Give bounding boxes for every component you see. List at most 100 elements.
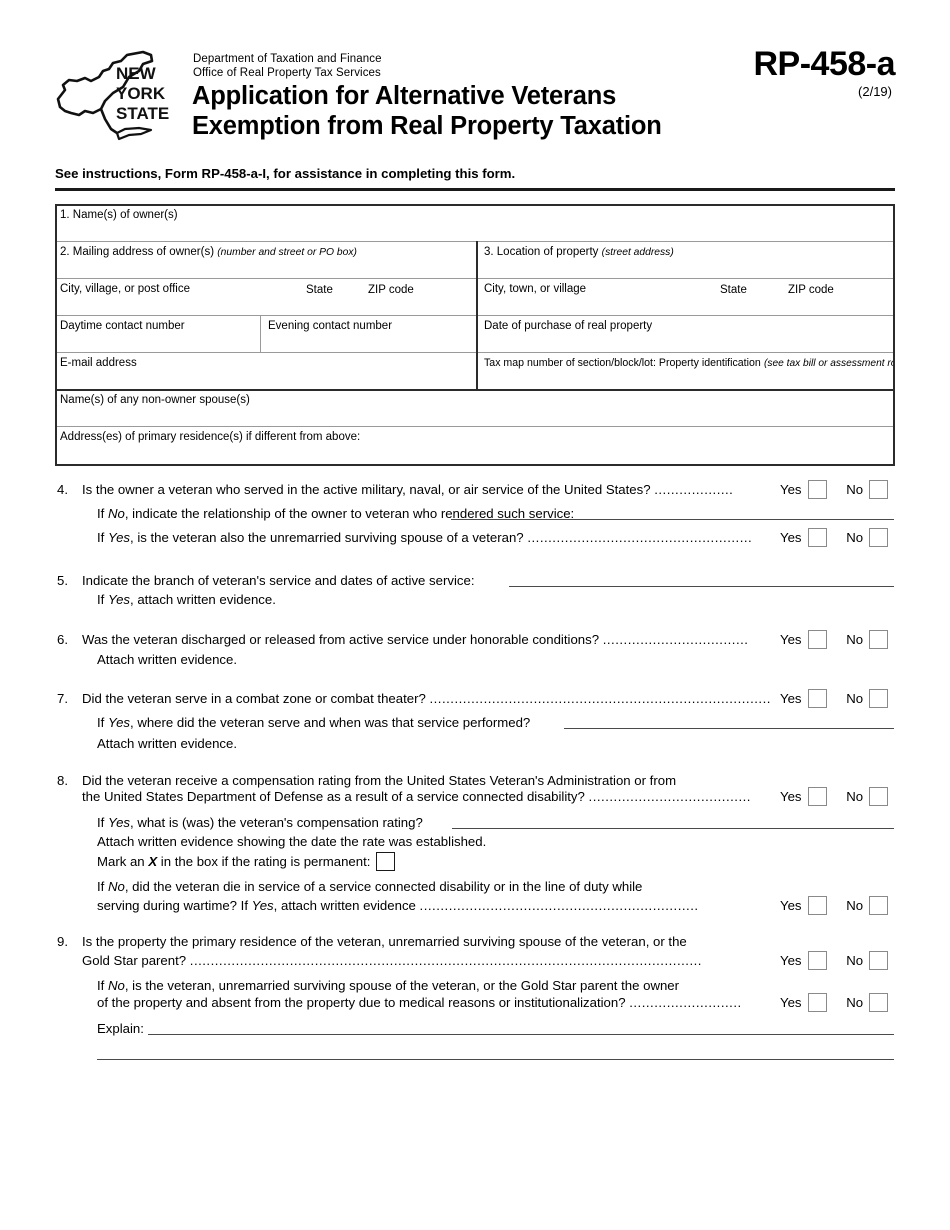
question-8-yes-label: Yes [780, 789, 802, 804]
question-4-sub1-text: If No, indicate the relationship of the … [97, 504, 574, 524]
question-6-sub1-text: Attach written evidence. [97, 652, 238, 667]
question-8-sub1-prefix: If [97, 815, 108, 830]
table-contact-divider [260, 315, 261, 352]
question-8-sub4-suffix: , did the veteran die in service of a se… [124, 879, 643, 894]
question-9-sub2-no-checkbox[interactable] [869, 993, 889, 1012]
field-primary-residence-address[interactable]: Address(es) of primary residence(s) if d… [55, 427, 893, 464]
question-8-sub1-text: If Yes, what is (was) the veteran's comp… [97, 813, 423, 833]
question-4-sub2-no-checkbox[interactable] [869, 528, 889, 547]
question-4-sub2-suffix: , is the veteran also the unremarried su… [130, 530, 524, 545]
header-divider-rule [55, 188, 895, 191]
question-6-no-checkbox[interactable] [869, 630, 889, 649]
question-9-explain-input-line-1[interactable] [148, 1034, 894, 1035]
question-4-number: 4. [57, 482, 68, 497]
question-7-yes-checkbox[interactable] [807, 689, 827, 708]
field-mailing-zip-label: ZIP code [368, 284, 414, 296]
field-property-location[interactable]: 3. Location of property (street address) [479, 242, 893, 278]
question-9-sub2-leader-dots: ........................... [629, 995, 742, 1010]
question-7-sub1-suffix: , where did the veteran serve and when w… [130, 715, 531, 730]
question-9-sub2-text: of the property and absent from the prop… [97, 993, 742, 1013]
question-8-sub5-no-checkbox[interactable] [869, 896, 889, 915]
question-7-yesno: Yes No [780, 689, 889, 709]
question-4-no-checkbox[interactable] [869, 480, 889, 499]
field-evening-phone-label: Evening contact number [268, 320, 393, 332]
question-8-sub5-prefix: serving during wartime? If [97, 898, 252, 913]
field-mailing-address[interactable]: 2. Mailing address of owner(s) (number a… [55, 242, 475, 278]
question-7-yes-label: Yes [780, 691, 802, 706]
field-non-owner-spouse[interactable]: Name(s) of any non-owner spouse(s) [55, 390, 893, 426]
question-8-rating-input-line[interactable] [452, 828, 894, 829]
question-9-leader-dots: ........................................… [189, 953, 702, 968]
question-9-sub2-no-label: No [846, 995, 864, 1010]
question-8-no-checkbox[interactable] [869, 787, 889, 806]
question-8-sub3-prefix: Mark an [97, 854, 149, 869]
field-tax-map-number-hint: (see tax bill or assessment roll) [763, 358, 893, 369]
question-5-sub1-text: If Yes, attach written evidence. [97, 590, 276, 610]
question-5-sub1-emphasis: Yes [108, 592, 130, 607]
question-9-explain-input-line-2[interactable] [97, 1059, 894, 1060]
field-evening-phone[interactable]: Evening contact number [263, 316, 475, 352]
field-property-city-label: City, town, or village [484, 283, 587, 295]
field-mailing-address-label: 2. Mailing address of owner(s) [60, 246, 215, 258]
question-7-number: 7. [57, 691, 68, 706]
question-5-sub1-prefix: If [97, 592, 108, 607]
question-9-line1: Is the property the primary residence of… [82, 934, 687, 949]
question-9-sub1-prefix: If [97, 978, 108, 993]
question-4-sub2-no-label: No [846, 530, 864, 545]
question-4-yes-checkbox[interactable] [807, 480, 827, 499]
question-7-text: Did the veteran serve in a combat zone o… [82, 689, 771, 709]
question-4-yesno: Yes No [780, 480, 889, 500]
question-8-sub4-text: If No, did the veteran die in service of… [97, 877, 642, 897]
question-6-yes-checkbox[interactable] [807, 630, 827, 649]
question-7-sub1-text: If Yes, where did the veteran serve and … [97, 713, 530, 733]
question-5-sub1-suffix: , attach written evidence. [130, 592, 276, 607]
question-7-no-checkbox[interactable] [869, 689, 889, 708]
question-8-leader-dots: ....................................... [588, 789, 751, 804]
question-4-prompt: Is the owner a veteran who served in the… [82, 482, 651, 497]
question-9-line2-prompt: Gold Star parent? [82, 953, 187, 968]
question-6-prompt: Was the veteran discharged or released f… [82, 632, 600, 647]
field-owner-names[interactable]: 1. Name(s) of owner(s) [55, 205, 893, 241]
logo-line-state: STATE [116, 104, 169, 123]
question-4-relationship-input-line[interactable] [451, 519, 894, 520]
question-4-sub1-emphasis: No [108, 506, 125, 521]
table-center-divider [476, 241, 478, 390]
table-border-right [893, 204, 895, 465]
question-7-combat-input-line[interactable] [564, 728, 894, 729]
question-8-sub5-yes-checkbox[interactable] [807, 896, 827, 915]
question-9-yesno: Yes No [780, 951, 889, 971]
question-7-prompt: Did the veteran serve in a combat zone o… [82, 691, 426, 706]
question-8-sub1-suffix: , what is (was) the veteran's compensati… [130, 815, 423, 830]
question-8-sub4-prefix: If [97, 879, 108, 894]
question-8-sub3-suffix: in the box if the rating is permanent: [157, 854, 371, 869]
question-9-yes-label: Yes [780, 953, 802, 968]
field-daytime-phone[interactable]: Daytime contact number [55, 316, 259, 352]
question-8-yes-checkbox[interactable] [807, 787, 827, 806]
question-9-number: 9. [57, 934, 68, 949]
question-8-line2: the United States Department of Defense … [82, 787, 751, 807]
question-9-sub2-yes-checkbox[interactable] [807, 993, 827, 1012]
field-purchase-date[interactable]: Date of purchase of real property [479, 316, 893, 352]
field-tax-map-number[interactable]: Tax map number of section/block/lot: Pro… [479, 353, 893, 389]
logo-line-york: YORK [116, 84, 166, 103]
question-9-yes-checkbox[interactable] [807, 951, 827, 970]
question-5-branch-input-line[interactable] [509, 586, 894, 587]
agency-name-block: Department of Taxation and Finance Offic… [193, 53, 382, 80]
question-5-number: 5. [57, 573, 68, 588]
question-6-text: Was the veteran discharged or released f… [82, 630, 748, 650]
question-8-permanent-rating-checkbox[interactable] [376, 852, 396, 871]
question-4-sub2-yes-checkbox[interactable] [807, 528, 827, 547]
field-tax-map-number-label: Tax map number of section/block/lot: Pro… [484, 357, 761, 369]
question-9-line2: Gold Star parent? ......................… [82, 951, 702, 971]
question-7-leader-dots: ........................................… [429, 691, 771, 706]
question-4-sub2-prefix: If [97, 530, 108, 545]
form-title-line-2: Exemption from Real Property Taxation [192, 112, 662, 140]
question-9-no-checkbox[interactable] [869, 951, 889, 970]
question-8-sub5-emphasis: Yes [251, 898, 274, 913]
field-owner-names-label: 1. Name(s) of owner(s) [60, 209, 178, 221]
question-4-no-label: No [846, 482, 864, 497]
field-email-address[interactable]: E-mail address [55, 353, 475, 389]
new-york-state-logo-icon: NEW YORK STATE [55, 47, 187, 147]
question-8-yesno: Yes No [780, 787, 889, 807]
agency-office-line: Office of Real Property Tax Services [193, 66, 381, 79]
